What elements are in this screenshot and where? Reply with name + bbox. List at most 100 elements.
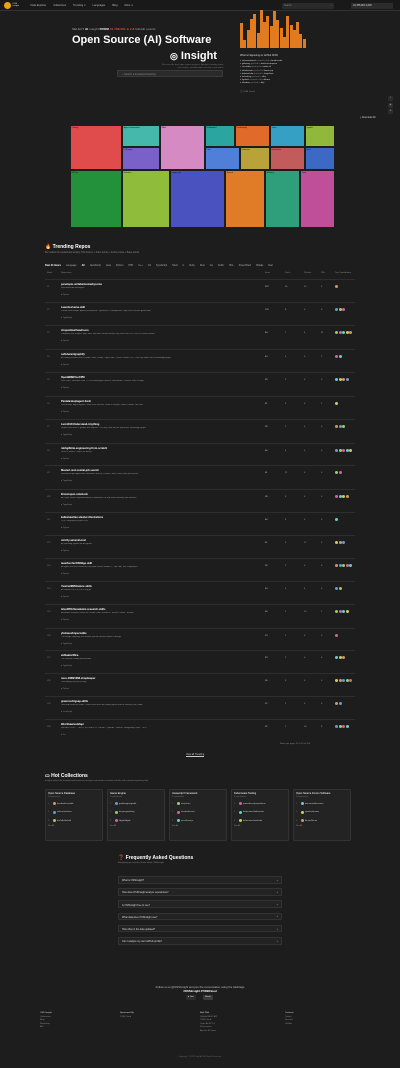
treemap-cell[interactable]: Multimodal bbox=[205, 125, 235, 147]
language-tab[interactable]: PHP bbox=[128, 264, 133, 267]
footer-link[interactable]: Discord bbox=[285, 1019, 294, 1023]
avatar[interactable] bbox=[338, 354, 342, 358]
avatar[interactable] bbox=[335, 401, 338, 405]
table-row[interactable]: #12 strictly-axiomi/scnvl AI operating sys… bbox=[45, 535, 355, 558]
collection-item[interactable]: 1 vuejs/core bbox=[172, 801, 224, 806]
collection-card[interactable]: Kubernetes Tooling 3 repositories 1 prometh… bbox=[231, 789, 289, 841]
table-row[interactable]: #20 Wei-Shaw/sub2api Sub2API-CRS2 一站式开源中转服… bbox=[45, 719, 355, 742]
avatar[interactable] bbox=[335, 563, 338, 567]
treemap-cell[interactable]: Image gen bbox=[170, 170, 225, 228]
table-row[interactable]: #13 teamforchu/OSNdge-skill AI agent skill… bbox=[45, 557, 355, 582]
treemap-cell[interactable]: Evaluation bbox=[270, 147, 305, 170]
language-tab[interactable]: CMake bbox=[256, 264, 264, 267]
nav-languages[interactable]: Languages bbox=[93, 4, 106, 7]
repo-name-link[interactable]: greensock/gsap-skills bbox=[61, 700, 88, 703]
language-tab[interactable]: Language bbox=[66, 264, 77, 267]
repo-name-link[interactable]: Yuan1e0826/nature-skills bbox=[61, 585, 92, 588]
footer-link[interactable]: Apache ECharts bbox=[200, 1030, 217, 1034]
collection-item[interactable]: 2 milvus-io/milvus bbox=[48, 810, 100, 815]
avatar[interactable] bbox=[349, 678, 352, 682]
col-pushes[interactable]: Pushes bbox=[304, 272, 311, 274]
faq-item[interactable]: How often is the data updated? + bbox=[118, 924, 282, 933]
avatar[interactable] bbox=[338, 587, 342, 591]
treemap-cell[interactable]: MLOps bbox=[70, 170, 122, 228]
nav-trending[interactable]: Trending ▾ bbox=[73, 4, 85, 7]
avatar[interactable] bbox=[335, 471, 338, 475]
avatar[interactable] bbox=[342, 448, 345, 452]
repo-name-link[interactable]: Wei-Shaw/sub2api bbox=[61, 723, 84, 726]
see-all-link[interactable]: See All bbox=[234, 825, 286, 827]
treemap-cell[interactable]: Memory bbox=[265, 170, 300, 228]
avatar[interactable] bbox=[338, 471, 342, 475]
chart-icon[interactable]: ▦ bbox=[388, 102, 393, 108]
language-tab[interactable]: Python bbox=[116, 264, 123, 267]
treemap-cell[interactable]: Robotics bbox=[122, 170, 170, 228]
avatar[interactable] bbox=[342, 725, 345, 729]
footer-link[interactable]: GitHub bbox=[285, 1023, 294, 1027]
table-row[interactable]: #8 rabhgilbt/ai-engineering-from-scratch L… bbox=[45, 442, 355, 466]
collection-item[interactable]: 3 kubernetes/minikube bbox=[234, 818, 286, 823]
avatar[interactable] bbox=[345, 725, 349, 729]
github-stars-button[interactable]: 10,788,081 2,829 bbox=[351, 2, 393, 9]
avatar[interactable] bbox=[335, 494, 338, 498]
repo-name-link[interactable]: teamforchu/OSNdge-skill bbox=[61, 562, 92, 565]
avatar[interactable] bbox=[349, 563, 352, 567]
treemap-cell[interactable]: RAG bbox=[160, 125, 205, 170]
avatar[interactable] bbox=[342, 425, 345, 429]
table-row[interactable]: #9 MasterLoreLoom/ai-job-search Resume-to-… bbox=[45, 465, 355, 489]
avatar[interactable] bbox=[335, 331, 338, 335]
collection-card[interactable]: Game Engine 3 repositories 1 godotengine/go… bbox=[107, 789, 165, 841]
collection-item[interactable]: 3 libgdx/libgdx bbox=[110, 818, 162, 823]
repo-name-link[interactable]: kelleshaw/ian-slasher-illustrations bbox=[61, 516, 103, 519]
avatar[interactable] bbox=[335, 378, 338, 382]
hero-search-input[interactable]: ⌕ Search a developer/repo/org bbox=[117, 70, 223, 77]
avatar[interactable] bbox=[335, 448, 338, 452]
repo-name-link[interactable]: OpenBMB/VoxCPM bbox=[61, 376, 85, 379]
table-row[interactable]: #11 kelleshaw/ian-slasher-illustrations 中文… bbox=[45, 512, 355, 535]
table-row[interactable]: #19 greensock/gsap-skills Official AI skil… bbox=[45, 695, 355, 720]
collection-card[interactable]: Open Source Database 3 repositories 1 faceb… bbox=[45, 789, 103, 841]
settings-icon[interactable]: ⚙ bbox=[388, 109, 393, 114]
avatar[interactable] bbox=[335, 701, 338, 705]
view-all-trending-link[interactable]: View all Trending bbox=[186, 753, 205, 757]
language-tab[interactable]: Kotlin bbox=[218, 264, 224, 267]
col-prs[interactable]: PRs bbox=[321, 272, 325, 274]
repo-name-link[interactable]: ness-1688/1688-shopkeeper bbox=[61, 677, 95, 680]
collection-item[interactable]: 2 kubernetes/kubernetes bbox=[234, 810, 286, 815]
repo-name-link[interactable]: ybshaun/impeccable bbox=[61, 632, 87, 635]
nav-data-explorer[interactable]: Data Explorer bbox=[31, 4, 47, 7]
avatar[interactable] bbox=[338, 701, 342, 705]
language-tab[interactable]: Java bbox=[106, 264, 111, 267]
language-tab[interactable]: TypeScript bbox=[156, 264, 167, 267]
see-all-link[interactable]: See All bbox=[172, 825, 224, 827]
share-button[interactable]: Share bbox=[203, 995, 213, 1000]
avatar[interactable] bbox=[342, 494, 345, 498]
logo-icon[interactable] bbox=[4, 1, 11, 9]
language-tab[interactable]: C# bbox=[148, 264, 151, 267]
avatar[interactable] bbox=[335, 725, 338, 729]
treemap-cell[interactable]: Coding bbox=[70, 125, 122, 170]
avatar[interactable] bbox=[342, 307, 345, 311]
treemap-cell[interactable]: Data bbox=[305, 147, 335, 170]
see-all-link[interactable]: See All bbox=[296, 825, 348, 827]
treemap-cell[interactable]: Agent frameworks bbox=[122, 125, 160, 147]
avatar[interactable] bbox=[335, 425, 338, 429]
table-row[interactable]: #17 eldbaaks/Rica The terminal coding envi… bbox=[45, 650, 355, 673]
table-row[interactable]: #10 Bruvs/open-notebook An Open Source imp… bbox=[45, 488, 355, 513]
collection-item[interactable]: 1 discourse/discourse bbox=[296, 801, 348, 806]
language-tab[interactable]: JavaScript bbox=[90, 264, 101, 267]
avatar[interactable] bbox=[335, 610, 338, 613]
faq-item[interactable]: Is OSSInsight free to use? + bbox=[118, 900, 282, 908]
avatar[interactable] bbox=[335, 285, 338, 288]
language-tab[interactable]: Rust bbox=[200, 264, 205, 267]
faq-item[interactable]: What is OSSInsight? + bbox=[118, 876, 282, 884]
table-row[interactable]: #2 Leaosbo/same-skill Claude Skill design:… bbox=[45, 301, 355, 326]
collection-item[interactable]: 1 facebook/rocksdb bbox=[48, 801, 100, 806]
avatar[interactable] bbox=[335, 354, 338, 358]
avatar[interactable] bbox=[345, 494, 349, 498]
avatar[interactable] bbox=[335, 307, 338, 311]
avatar[interactable] bbox=[345, 378, 349, 382]
repo-name-link[interactable]: safishanni/graphify bbox=[61, 353, 85, 356]
repo-name-link[interactable]: Bruvs/open-notebook bbox=[61, 493, 88, 496]
period-select[interactable]: Past 24 Hours bbox=[45, 264, 61, 267]
